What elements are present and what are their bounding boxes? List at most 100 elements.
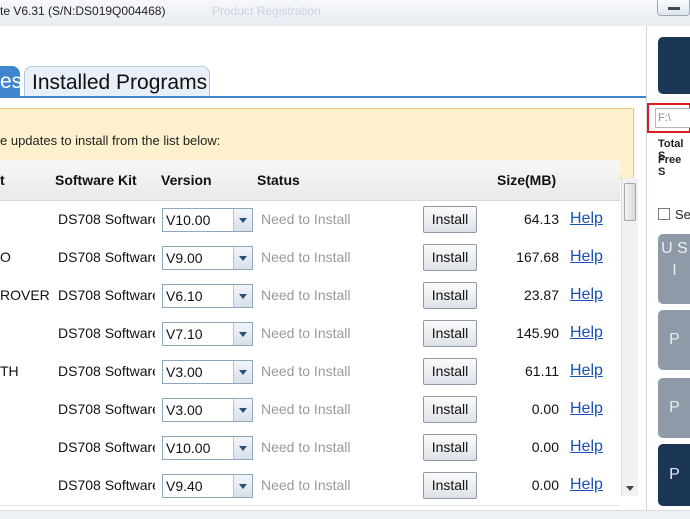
- column-header-size: Size(MB): [497, 172, 557, 188]
- tab-updates[interactable]: es: [0, 66, 22, 97]
- software-kit: DS708 Software: [58, 439, 155, 455]
- version-select[interactable]: V3.00: [162, 360, 253, 384]
- size-value: 0.00: [531, 401, 559, 417]
- version-select[interactable]: V6.10: [162, 284, 253, 308]
- install-button[interactable]: Install: [423, 244, 477, 271]
- version-value: V9.40: [166, 478, 203, 494]
- table-row[interactable]: O DS708 Software V9.00 Need to Install I…: [0, 239, 620, 278]
- table-row[interactable]: ROVER DS708 Software V6.10 Need to Insta…: [0, 277, 620, 316]
- update-selected-button[interactable]: U S I: [658, 234, 690, 304]
- chevron-down-icon[interactable]: [233, 437, 252, 459]
- version-value: V3.00: [166, 364, 203, 380]
- install-button[interactable]: Install: [423, 320, 477, 347]
- version-value: V6.10: [166, 288, 203, 304]
- size-value: 61.11: [525, 363, 559, 379]
- version-select[interactable]: V3.00: [162, 398, 253, 422]
- install-status: Need to Install: [261, 287, 351, 303]
- install-button[interactable]: Install: [423, 396, 477, 423]
- install-status: Need to Install: [261, 477, 351, 493]
- chevron-down-icon[interactable]: [233, 399, 252, 421]
- table-row[interactable]: DS708 Software V7.10 Need to Install Ins…: [0, 315, 620, 354]
- side-button-2[interactable]: P: [658, 310, 690, 370]
- version-value: V9.00: [166, 250, 203, 266]
- side-button-4[interactable]: P: [658, 444, 690, 506]
- version-select[interactable]: V9.00: [162, 246, 253, 270]
- chevron-down-icon[interactable]: [233, 323, 252, 345]
- install-path-highlight: F:\: [647, 103, 690, 133]
- install-button[interactable]: Install: [423, 472, 477, 499]
- size-value: 0.00: [531, 439, 559, 455]
- software-kit: DS708 Software: [58, 249, 155, 265]
- help-link[interactable]: Help: [570, 400, 603, 418]
- software-name: ROVER: [0, 287, 50, 303]
- chevron-down-icon[interactable]: [233, 475, 252, 497]
- column-header-software-kit: Software Kit: [55, 172, 137, 188]
- size-value: 145.90: [516, 325, 559, 341]
- install-button[interactable]: Install: [423, 282, 477, 309]
- select-all-checkbox[interactable]: [658, 208, 670, 220]
- side-button-3[interactable]: P: [658, 378, 690, 438]
- help-link[interactable]: Help: [570, 210, 603, 228]
- software-kit: DS708 Software: [58, 325, 155, 341]
- scroll-down-arrow-icon[interactable]: [626, 486, 634, 491]
- help-link[interactable]: Help: [570, 438, 603, 456]
- table-scrollbar[interactable]: [621, 178, 638, 496]
- size-value: 0.00: [531, 477, 559, 493]
- column-header-version: Version: [161, 172, 212, 188]
- software-kit: DS708 Software: [58, 477, 155, 493]
- column-header-name: t: [0, 172, 5, 188]
- table-row[interactable]: DS708 Software V10.00 Need to Install In…: [0, 429, 620, 468]
- size-value: 23.87: [523, 287, 559, 303]
- minimize-button[interactable]: [657, 0, 690, 16]
- install-button[interactable]: Install: [423, 206, 477, 233]
- software-kit: DS708 Software: [58, 211, 155, 227]
- version-select[interactable]: V9.40: [162, 474, 253, 498]
- help-link[interactable]: Help: [570, 476, 603, 494]
- install-status: Need to Install: [261, 363, 351, 379]
- help-link[interactable]: Help: [570, 362, 603, 380]
- size-value: 64.13: [523, 211, 559, 227]
- software-kit: DS708 Software: [58, 287, 155, 303]
- software-name: TH: [0, 363, 19, 379]
- table-row[interactable]: TH DS708 Software V3.00 Need to Install …: [0, 353, 620, 392]
- size-value: 167.68: [516, 249, 559, 265]
- tab-underline: [0, 96, 646, 98]
- chevron-down-icon[interactable]: [233, 285, 252, 307]
- help-link[interactable]: Help: [570, 248, 603, 266]
- install-status: Need to Install: [261, 439, 351, 455]
- help-link[interactable]: Help: [570, 286, 603, 304]
- side-panel: F:\ Total S Free S Se U S I P P P: [646, 26, 690, 518]
- window-title: te V6.31 (S/N:DS019Q004468): [0, 4, 166, 18]
- version-value: V3.00: [166, 402, 203, 418]
- instruction-text: e updates to install from the list below…: [0, 133, 221, 148]
- minimize-icon: [668, 7, 680, 10]
- version-select[interactable]: V10.00: [162, 436, 253, 460]
- version-value: V10.00: [166, 212, 211, 228]
- version-select[interactable]: V10.00: [162, 208, 253, 232]
- title-bar: te V6.31 (S/N:DS019Q004468) Product Regi…: [0, 0, 690, 27]
- version-value: V7.10: [166, 326, 203, 342]
- install-path-field[interactable]: F:\: [655, 108, 690, 128]
- install-status: Need to Install: [261, 211, 351, 227]
- window-title-faded: Product Registration: [212, 4, 321, 18]
- help-link[interactable]: Help: [570, 324, 603, 342]
- version-select[interactable]: V7.10: [162, 322, 253, 346]
- install-status: Need to Install: [261, 401, 351, 417]
- column-header-status: Status: [257, 172, 300, 188]
- install-button[interactable]: Install: [423, 434, 477, 461]
- table-row[interactable]: DS708 Software V9.40 Need to Install Ins…: [0, 467, 620, 506]
- chevron-down-icon[interactable]: [233, 361, 252, 383]
- scrollbar-thumb[interactable]: [624, 183, 636, 221]
- free-space-label: Free S: [658, 154, 682, 178]
- table-row[interactable]: DS708 Software V10.00 Need to Install In…: [0, 201, 620, 240]
- table-row[interactable]: DS708 Software V3.00 Need to Install Ins…: [0, 391, 620, 430]
- install-status: Need to Install: [261, 249, 351, 265]
- install-button[interactable]: Install: [423, 358, 477, 385]
- version-value: V10.00: [166, 440, 211, 456]
- software-name: O: [0, 249, 11, 265]
- chevron-down-icon[interactable]: [233, 247, 252, 269]
- tab-installed-programs[interactable]: Installed Programs: [24, 66, 210, 97]
- select-all-label: Se: [675, 207, 690, 222]
- chevron-down-icon[interactable]: [233, 209, 252, 231]
- side-action-button[interactable]: [658, 37, 690, 94]
